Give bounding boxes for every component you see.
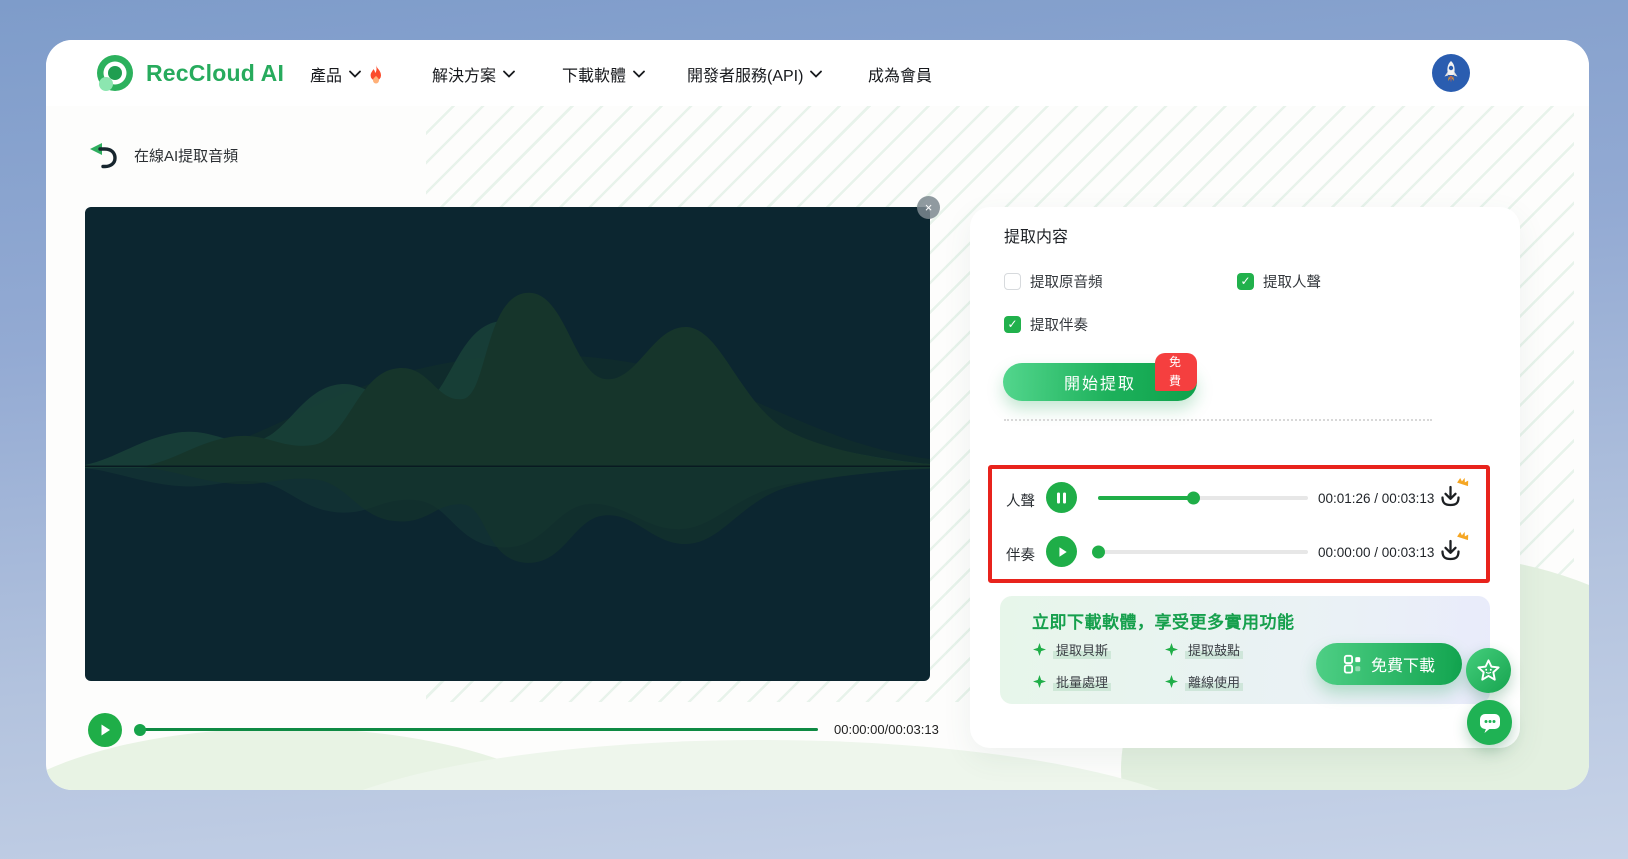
feedback-star-button[interactable] [1466, 648, 1511, 693]
promo-title: 立即下載軟體，享受更多實用功能 [1032, 608, 1295, 633]
track-row-vocals: 人聲 00:01:26 / 00:03:13 [992, 472, 1486, 526]
track-time: 00:00:00 / 00:03:13 [1318, 545, 1434, 560]
checkbox-extract-vocals[interactable]: 提取人聲 [1237, 271, 1321, 292]
nav-item-products[interactable]: 產品 [310, 62, 384, 86]
nav-item-developer-api[interactable]: 開發者服務(API) [687, 62, 822, 86]
nav-label: 產品 [310, 62, 342, 86]
chevron-down-icon [810, 70, 822, 78]
feature-label: 提取鼓點 [1185, 640, 1243, 659]
main-time-display: 00:00:00/00:03:13 [834, 722, 939, 737]
checkbox-extract-original[interactable]: 提取原音頻 [1004, 271, 1103, 292]
reccloud-logo-icon [96, 54, 134, 92]
logo-text: RecCloud AI [146, 60, 284, 87]
download-app-promo: 立即下載軟體，享受更多實用功能 提取貝斯 提取鼓點 批量處理 [1000, 596, 1490, 704]
main-play-button[interactable] [88, 713, 122, 747]
chevron-down-icon [349, 70, 361, 78]
pause-vocals-button[interactable] [1046, 482, 1077, 513]
sparkle-icon [1033, 643, 1046, 656]
main-progress-slider[interactable] [140, 728, 818, 731]
feature-label: 批量處理 [1053, 672, 1111, 691]
download-icon [1438, 484, 1463, 509]
slider-thumb[interactable] [1092, 546, 1105, 559]
top-navbar: RecCloud AI 產品 解決方案 下載軟體 [46, 40, 1589, 106]
user-avatar[interactable] [1432, 54, 1470, 92]
checkbox-label: 提取伴奏 [1030, 314, 1088, 335]
fire-icon [368, 65, 384, 84]
chat-support-button[interactable] [1467, 700, 1512, 745]
extract-panel: 提取内容 提取原音頻 提取人聲 提取伴奏 開始提取 免費 人聲 [970, 207, 1520, 748]
accompaniment-progress-slider[interactable] [1098, 550, 1308, 554]
rocket-icon [1439, 60, 1463, 86]
dotted-divider [1004, 419, 1432, 421]
track-time: 00:01:26 / 00:03:13 [1318, 491, 1434, 506]
checkbox-extract-accompaniment[interactable]: 提取伴奏 [1004, 314, 1088, 335]
nav-label: 解決方案 [432, 62, 496, 86]
video-preview [85, 207, 930, 681]
audio-waveform [85, 207, 930, 681]
page-title: 在線AI提取音頻 [134, 145, 238, 166]
nav-label: 成為會員 [868, 62, 932, 86]
track-row-accompaniment: 伴奏 00:00:00 / 00:03:13 [992, 526, 1486, 580]
nav-item-download[interactable]: 下載軟體 [562, 62, 645, 86]
logo[interactable]: RecCloud AI [96, 54, 284, 92]
nav-item-solutions[interactable]: 解決方案 [432, 62, 515, 86]
start-extract-button[interactable]: 開始提取 免費 [1003, 363, 1197, 401]
feature-extract-drums: 提取鼓點 [1165, 640, 1243, 659]
slider-thumb[interactable] [1187, 492, 1200, 505]
sparkle-icon [1165, 643, 1178, 656]
checkbox-label: 提取人聲 [1263, 271, 1321, 292]
checkbox-checked[interactable] [1237, 273, 1254, 290]
feature-batch-processing: 批量處理 [1033, 672, 1111, 691]
page: RecCloud AI 產品 解決方案 下載軟體 [0, 0, 1628, 859]
start-extract-label: 開始提取 [1064, 376, 1136, 393]
nav-item-membership[interactable]: 成為會員 [868, 62, 932, 86]
play-icon [1056, 546, 1068, 558]
checkbox-unchecked[interactable] [1004, 273, 1021, 290]
download-icon [1438, 538, 1463, 563]
download-accompaniment-button[interactable] [1435, 537, 1465, 567]
free-download-button[interactable]: 免費下載 [1316, 643, 1462, 685]
chevron-down-icon [503, 70, 515, 78]
chevron-down-icon [633, 70, 645, 78]
slider-thumb[interactable] [134, 724, 146, 736]
track-label: 伴奏 [1006, 544, 1035, 565]
feature-extract-bass: 提取貝斯 [1033, 640, 1111, 659]
free-badge: 免費 [1155, 353, 1197, 391]
track-label: 人聲 [1006, 490, 1035, 511]
app-grid-icon [1343, 654, 1363, 674]
nav-label: 下載軟體 [562, 62, 626, 86]
checkbox-label: 提取原音頻 [1030, 271, 1103, 292]
main-card: RecCloud AI 產品 解決方案 下載軟體 [46, 40, 1589, 790]
pause-icon [1056, 492, 1067, 504]
sparkle-icon [1033, 675, 1046, 688]
feature-label: 提取貝斯 [1053, 640, 1111, 659]
nav-label: 開發者服務(API) [687, 62, 803, 86]
chat-bubble-icon [1478, 712, 1502, 734]
play-accompaniment-button[interactable] [1046, 536, 1077, 567]
feature-offline-use: 離線使用 [1165, 672, 1243, 691]
close-video-button[interactable]: × [917, 196, 940, 219]
breadcrumb: 在線AI提取音頻 [88, 142, 238, 169]
feature-label: 離線使用 [1185, 672, 1243, 691]
checkbox-checked[interactable] [1004, 316, 1021, 333]
results-highlight-box: 人聲 00:01:26 / 00:03:13 [988, 465, 1490, 583]
back-arrow-icon[interactable] [88, 142, 120, 169]
vocals-progress-slider[interactable] [1098, 496, 1308, 500]
star-face-icon [1475, 657, 1502, 684]
progress-fill [1098, 496, 1193, 500]
play-icon [98, 723, 112, 737]
panel-title: 提取内容 [1004, 223, 1068, 247]
sparkle-icon [1165, 675, 1178, 688]
free-download-label: 免費下載 [1371, 652, 1435, 676]
download-vocals-button[interactable] [1435, 483, 1465, 513]
